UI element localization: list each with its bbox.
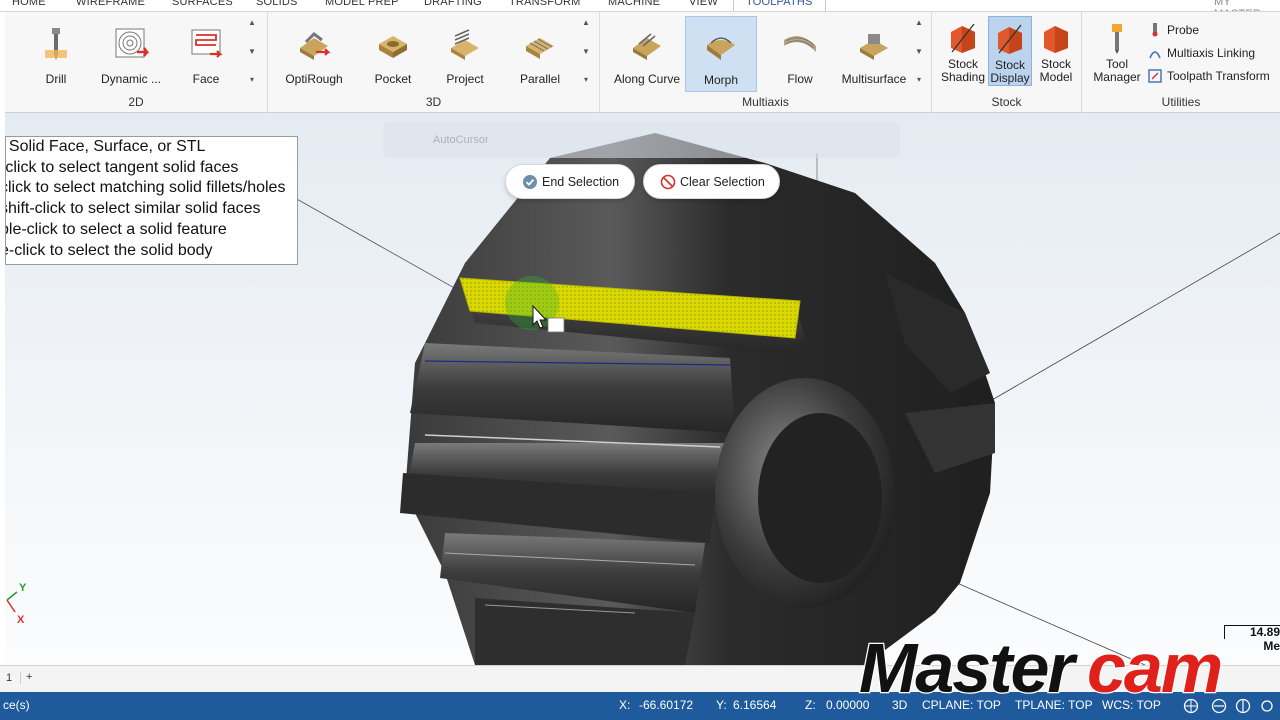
drill-icon [45, 28, 67, 60]
viewsheet-tab[interactable]: 1 [6, 672, 22, 684]
dynamic-mill-button[interactable]: Dynamic ... [100, 16, 162, 92]
end-selection-button[interactable]: End Selection [505, 164, 635, 199]
optirough-button[interactable]: OptiRough [280, 16, 348, 92]
drill-button[interactable]: Drill [35, 16, 77, 92]
multiaxis-linking-icon [1149, 51, 1161, 59]
tool-manager-button[interactable]: Tool Manager [1092, 16, 1142, 84]
y-coord-value: 6.16564 [733, 698, 777, 712]
flow-button[interactable]: Flow [766, 16, 834, 92]
svg-text:cam: cam [1087, 629, 1221, 702]
clear-icon [660, 174, 676, 189]
group-label-3d: 3D [425, 95, 442, 109]
stock-model-button[interactable]: Stock Model [1034, 16, 1078, 84]
graphics-viewport[interactable]: AutoCursor t Solid Face, Surface, or STL… [5, 113, 1280, 665]
stock-display-button[interactable]: Stock Display [988, 16, 1032, 86]
face-icon [191, 29, 223, 58]
tool-manager-icon [1112, 24, 1122, 54]
multiaxis-linking-button[interactable]: Multiaxis Linking [1148, 46, 1255, 60]
tab-toolpaths[interactable]: TOOLPATHS [733, 0, 826, 11]
mastercam-logo: Master cam [858, 628, 1225, 702]
gallery-scroll-2d[interactable]: ▲ ▼ ▾ [247, 18, 257, 84]
probe-icon [1152, 23, 1158, 37]
group-label-multiaxis: Multiaxis [742, 95, 789, 109]
ribbon-group-3d: OptiRough Pocket Project Parallel ▲ ▼ ▾ 3D [268, 12, 600, 113]
stock-shading-icon [951, 23, 975, 53]
z-coord-label: Z: [805, 698, 816, 712]
face-button[interactable]: Face [185, 16, 227, 92]
selection-prompt: t Solid Face, Surface, or STL -click to … [5, 136, 298, 265]
project-icon [451, 29, 479, 60]
multisurface-button[interactable]: Multisurface [838, 16, 910, 92]
stock-model-icon [1044, 26, 1068, 53]
morph-button[interactable]: Morph [685, 16, 757, 92]
dynamic-mill-icon [115, 28, 149, 58]
y-coord-label: Y: [716, 698, 727, 712]
pocket-button[interactable]: Pocket [368, 16, 418, 92]
ribbon-group-multiaxis: Along Curve Morph Flow Multisurface ▲ ▼ ▾ … [600, 12, 932, 113]
x-coord-label: X: [619, 698, 631, 712]
stock-display-icon [998, 24, 1022, 54]
x-coord-value: -66.60172 [639, 698, 694, 712]
gallery-scroll-multiaxis[interactable]: ▲ ▼ ▾ [914, 18, 924, 84]
tab-wireframe[interactable]: WIREFRAME [76, 0, 145, 8]
tab-view[interactable]: VIEW [689, 0, 718, 8]
ribbon-group-stock: Stock Shading Stock Display Stock Model … [932, 12, 1082, 113]
tab-machine[interactable]: MACHINE [608, 0, 660, 8]
morph-icon [707, 37, 735, 60]
pocket-icon [379, 36, 407, 58]
parallel-icon [526, 38, 554, 59]
autocursor-label[interactable]: AutoCursor [433, 134, 489, 146]
stock-shading-button[interactable]: Stock Shading [940, 16, 986, 84]
tab-surfaces[interactable]: SURFACES [172, 0, 233, 8]
tab-transform[interactable]: TRANSFORM [509, 0, 580, 8]
svg-text:Master: Master [859, 629, 1078, 702]
triad-y-label: Y [19, 582, 27, 594]
multisurface-icon [860, 34, 888, 60]
triad-x-label: X [17, 614, 25, 626]
gallery-scroll-3d[interactable]: ▲ ▼ ▾ [581, 18, 591, 84]
toolpath-transform-button[interactable]: Toolpath Transform [1148, 69, 1270, 83]
clear-selection-button[interactable]: Clear Selection [643, 164, 780, 199]
tab-drafting[interactable]: DRAFTING [424, 0, 482, 8]
tab-home[interactable]: HOME [12, 0, 46, 8]
check-icon [523, 174, 537, 189]
toolpaths-ribbon: Drill Dynamic ... Face ▲ ▼ ▾ 2D OptiRoug… [5, 12, 1280, 113]
group-label-utilities: Utilities [1161, 95, 1201, 109]
autocursor-toolbar[interactable]: AutoCursor [383, 122, 900, 158]
group-label-stock: Stock [991, 95, 1022, 109]
account-label[interactable]: MY MASTER [1214, 0, 1280, 11]
flow-icon [784, 36, 816, 52]
ribbon-tab-strip: HOME WIREFRAME SURFACES SOLIDS MODEL PRE… [0, 0, 1280, 12]
tab-model-prep[interactable]: MODEL PREP [325, 0, 399, 8]
project-button[interactable]: Project [440, 16, 490, 92]
group-label-2d: 2D [128, 95, 144, 109]
along-curve-button[interactable]: Along Curve [611, 16, 683, 92]
along-curve-icon [633, 33, 661, 60]
tab-solids[interactable]: SOLIDS [256, 0, 298, 8]
toolpath-transform-icon [1148, 69, 1162, 83]
add-viewsheet-button[interactable]: + [26, 671, 32, 683]
probe-button[interactable]: Probe [1148, 23, 1199, 37]
ribbon-group-2d: Drill Dynamic ... Face ▲ ▼ ▾ 2D [5, 12, 268, 113]
parallel-button[interactable]: Parallel [515, 16, 565, 92]
status-selection-count: ce(s) [3, 698, 30, 712]
axis-triad: Y X [5, 578, 35, 628]
optirough-icon [300, 32, 331, 60]
